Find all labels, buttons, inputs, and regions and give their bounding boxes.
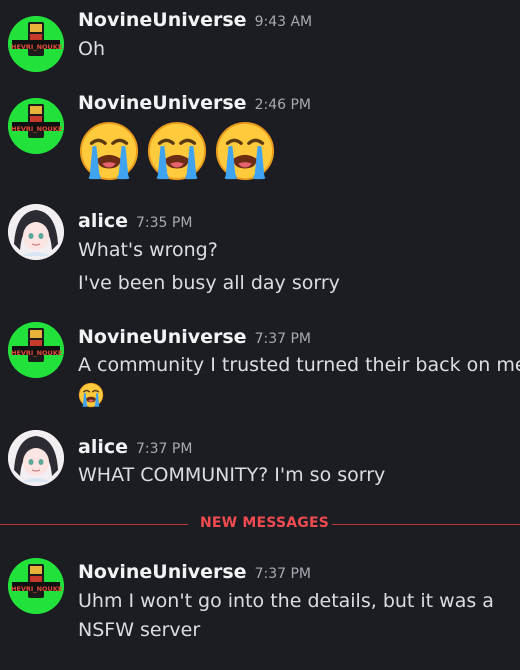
- timestamp: 7:37 PM: [254, 331, 311, 347]
- new-messages-label: NEW MESSAGES: [200, 515, 330, 531]
- username[interactable]: NovineUniverse: [78, 326, 247, 348]
- message-header: NovineUniverse 7:37 PM: [78, 326, 311, 348]
- message-header: NovineUniverse 2:46 PM: [78, 92, 311, 114]
- avatar-caption: HEVRI_NOUKE: [11, 585, 63, 593]
- divider-line: [332, 524, 520, 525]
- message-text: NSFW server: [78, 619, 201, 641]
- user-avatar[interactable]: [8, 430, 64, 486]
- message-text: What's wrong?: [78, 239, 218, 261]
- username[interactable]: NovineUniverse: [78, 561, 247, 583]
- timestamp: 7:37 PM: [136, 441, 193, 457]
- user-avatar[interactable]: HEVRI_NOUKE: [8, 558, 64, 614]
- timestamp: 2:46 PM: [254, 97, 311, 113]
- message-text: A community I trusted turned their back …: [78, 354, 520, 376]
- message-header: alice 7:35 PM: [78, 210, 192, 232]
- user-avatar[interactable]: [8, 204, 64, 260]
- message-header: NovineUniverse 7:37 PM: [78, 561, 311, 583]
- timestamp: 9:43 AM: [254, 14, 313, 30]
- message-text: Uhm I won't go into the details, but it …: [78, 590, 494, 612]
- username[interactable]: alice: [78, 436, 128, 458]
- username[interactable]: NovineUniverse: [78, 9, 247, 31]
- message-text: WHAT COMMUNITY? I'm so sorry: [78, 464, 386, 486]
- timestamp: 7:37 PM: [254, 566, 311, 582]
- loudly-crying-face-icon: [146, 120, 208, 182]
- message-text: I've been busy all day sorry: [78, 272, 340, 294]
- divider-line: [0, 524, 188, 525]
- message-header: alice 7:37 PM: [78, 436, 192, 458]
- message-header: NovineUniverse 9:43 AM: [78, 9, 312, 31]
- user-avatar[interactable]: HEVRI_NOUKE: [8, 16, 64, 72]
- user-avatar[interactable]: HEVRI_NOUKE: [8, 98, 64, 154]
- emoji-row: [78, 120, 276, 182]
- loudly-crying-face-icon: [78, 120, 140, 182]
- user-avatar[interactable]: HEVRI_NOUKE: [8, 322, 64, 378]
- loudly-crying-face-icon: [78, 382, 104, 408]
- username[interactable]: NovineUniverse: [78, 92, 247, 114]
- new-messages-divider: NEW MESSAGES: [0, 515, 520, 531]
- loudly-crying-face-icon: [214, 120, 276, 182]
- avatar-caption: HEVRI_NOUKE: [11, 43, 63, 51]
- username[interactable]: alice: [78, 210, 128, 232]
- timestamp: 7:35 PM: [136, 215, 193, 231]
- message-text: Oh: [78, 38, 105, 60]
- avatar-caption: HEVRI_NOUKE: [11, 125, 63, 133]
- avatar-caption: HEVRI_NOUKE: [11, 349, 63, 357]
